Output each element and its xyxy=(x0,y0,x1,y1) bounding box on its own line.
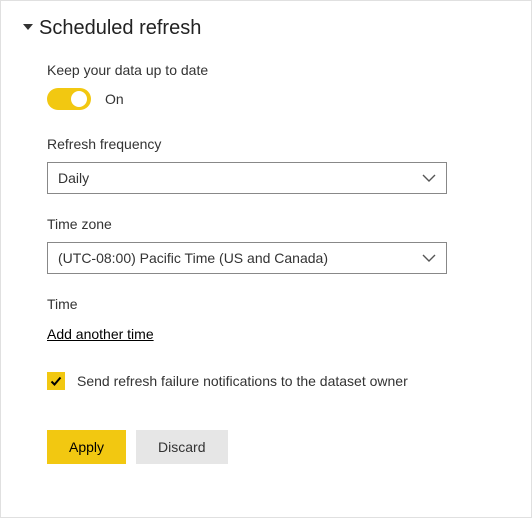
add-time-link[interactable]: Add another time xyxy=(47,326,154,342)
time-zone-select[interactable]: (UTC-08:00) Pacific Time (US and Canada) xyxy=(47,242,447,274)
refresh-frequency-label: Refresh frequency xyxy=(47,136,509,152)
chevron-down-icon xyxy=(422,253,436,263)
keep-up-to-date-row: On xyxy=(47,88,509,110)
time-zone-label: Time zone xyxy=(47,216,509,232)
time-label: Time xyxy=(47,296,509,312)
keep-up-to-date-toggle[interactable] xyxy=(47,88,91,110)
keep-up-to-date-label: Keep your data up to date xyxy=(47,62,509,78)
check-icon xyxy=(49,374,63,388)
notify-owner-label: Send refresh failure notifications to th… xyxy=(77,373,408,389)
time-zone-value: (UTC-08:00) Pacific Time (US and Canada) xyxy=(58,250,328,266)
section-title: Scheduled refresh xyxy=(39,17,201,40)
toggle-state-text: On xyxy=(105,91,124,107)
discard-button[interactable]: Discard xyxy=(136,430,227,464)
toggle-knob xyxy=(71,91,87,107)
notify-owner-row: Send refresh failure notifications to th… xyxy=(47,372,509,390)
section-content: Keep your data up to date On Refresh fre… xyxy=(23,62,509,464)
notify-owner-checkbox[interactable] xyxy=(47,372,65,390)
chevron-down-icon xyxy=(422,173,436,183)
caret-down-icon xyxy=(23,24,33,34)
section-header[interactable]: Scheduled refresh xyxy=(23,17,509,40)
scheduled-refresh-panel: Scheduled refresh Keep your data up to d… xyxy=(0,0,532,518)
refresh-frequency-value: Daily xyxy=(58,170,89,186)
action-buttons: Apply Discard xyxy=(47,430,509,464)
apply-button[interactable]: Apply xyxy=(47,430,126,464)
refresh-frequency-select[interactable]: Daily xyxy=(47,162,447,194)
